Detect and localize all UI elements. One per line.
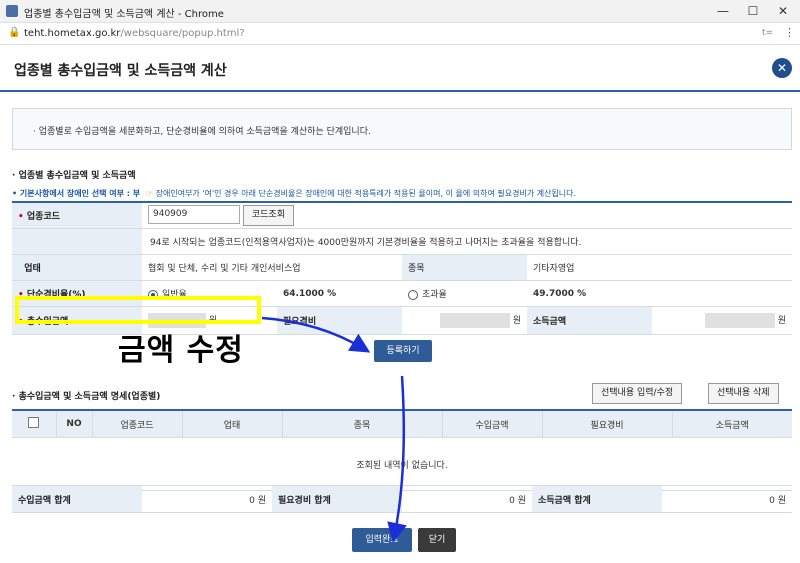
arrow-to-register (261, 316, 371, 353)
annotation-arrows (261, 316, 407, 543)
arrow-to-submit (387, 375, 407, 543)
